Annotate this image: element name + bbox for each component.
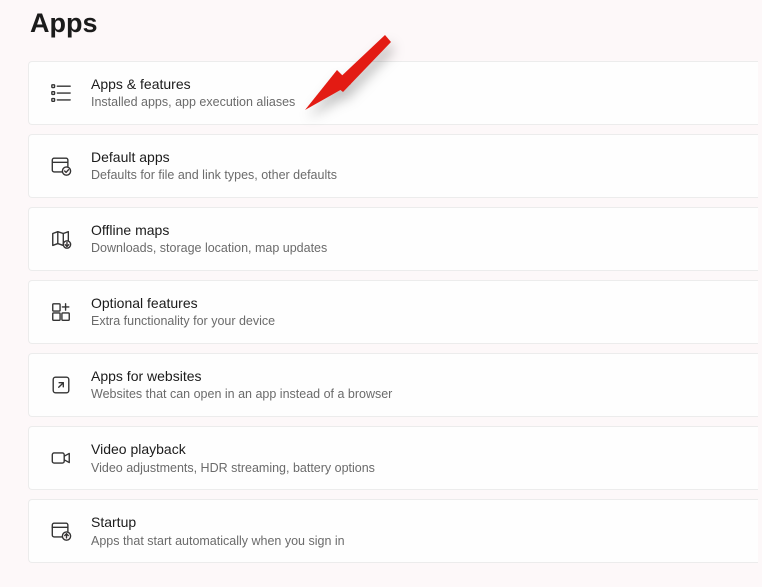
default-apps-icon [49,154,73,178]
default-apps-item[interactable]: Default apps Defaults for file and link … [28,134,758,198]
card-subtitle: Websites that can open in an app instead… [91,386,392,403]
optional-features-icon [49,300,73,324]
apps-and-features-item[interactable]: Apps & features Installed apps, app exec… [28,61,758,125]
card-subtitle: Downloads, storage location, map updates [91,240,327,257]
card-text: Offline maps Downloads, storage location… [91,221,327,257]
card-subtitle: Installed apps, app execution aliases [91,94,295,111]
card-subtitle: Defaults for file and link types, other … [91,167,337,184]
card-title: Optional features [91,294,275,312]
card-title: Offline maps [91,221,327,239]
card-title: Default apps [91,148,337,166]
apps-websites-icon [49,373,73,397]
card-text: Optional features Extra functionality fo… [91,294,275,330]
apps-for-websites-item[interactable]: Apps for websites Websites that can open… [28,353,758,417]
video-playback-icon [49,446,73,470]
card-text: Apps for websites Websites that can open… [91,367,392,403]
card-text: Apps & features Installed apps, app exec… [91,75,295,111]
page-title: Apps [30,8,762,39]
startup-icon [49,519,73,543]
card-text: Startup Apps that start automatically wh… [91,513,345,549]
optional-features-item[interactable]: Optional features Extra functionality fo… [28,280,758,344]
offline-maps-icon [49,227,73,251]
card-text: Default apps Defaults for file and link … [91,148,337,184]
card-title: Apps for websites [91,367,392,385]
card-text: Video playback Video adjustments, HDR st… [91,440,375,476]
card-subtitle: Apps that start automatically when you s… [91,533,345,550]
card-subtitle: Extra functionality for your device [91,313,275,330]
card-title: Video playback [91,440,375,458]
video-playback-item[interactable]: Video playback Video adjustments, HDR st… [28,426,758,490]
settings-card-list: Apps & features Installed apps, app exec… [28,61,758,563]
apps-features-icon [49,81,73,105]
card-title: Apps & features [91,75,295,93]
startup-item[interactable]: Startup Apps that start automatically wh… [28,499,758,563]
offline-maps-item[interactable]: Offline maps Downloads, storage location… [28,207,758,271]
apps-settings-page: Apps Apps & features Installed apps, app… [0,0,762,563]
card-subtitle: Video adjustments, HDR streaming, batter… [91,460,375,477]
card-title: Startup [91,513,345,531]
